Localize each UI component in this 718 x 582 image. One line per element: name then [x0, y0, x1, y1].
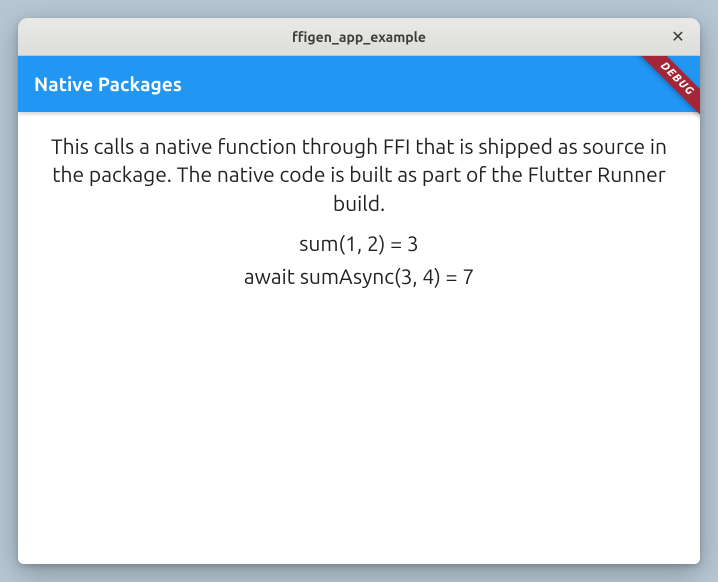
window-close-button[interactable]: ✕: [666, 25, 690, 49]
app-bar-title: Native Packages: [34, 73, 182, 95]
description-text: This calls a native function through FFI…: [42, 132, 676, 217]
main-content: This calls a native function through FFI…: [18, 112, 700, 564]
close-icon: ✕: [671, 29, 684, 45]
window-title: ffigen_app_example: [292, 29, 426, 45]
window-titlebar: ffigen_app_example ✕: [18, 18, 700, 56]
app-window: ffigen_app_example ✕ Native Packages DEB…: [18, 18, 700, 564]
result-line-sum: sum(1, 2) = 3: [42, 227, 676, 260]
result-line-sum-async: await sumAsync(3, 4) = 7: [42, 260, 676, 293]
app-bar: Native Packages DEBUG: [18, 56, 700, 112]
